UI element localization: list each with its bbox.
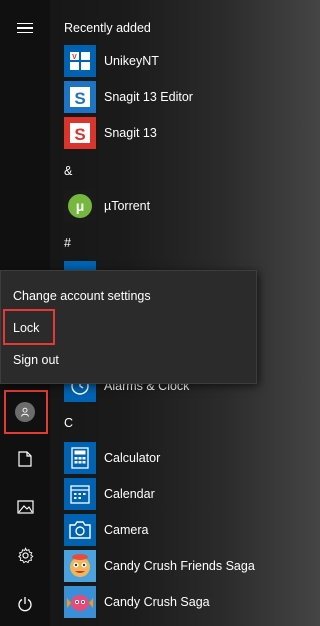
app-unikeynt[interactable]: V UnikeyNT bbox=[64, 44, 159, 78]
svg-text:μ: μ bbox=[76, 198, 85, 214]
app-label: Snagit 13 bbox=[104, 126, 157, 140]
section-header-hash: # bbox=[64, 236, 71, 250]
hamburger-icon[interactable] bbox=[0, 6, 50, 50]
app-label: µTorrent bbox=[104, 199, 151, 213]
app-label: Candy Crush Saga bbox=[104, 595, 210, 609]
calculator-icon bbox=[64, 442, 96, 474]
avatar-highlight-box bbox=[4, 390, 48, 434]
app-label: UnikeyNT bbox=[104, 54, 159, 68]
power-icon[interactable] bbox=[0, 582, 50, 626]
calendar-icon bbox=[64, 478, 96, 510]
unikey-icon: V bbox=[64, 45, 96, 77]
camera-icon bbox=[64, 514, 96, 546]
lock-highlight-box bbox=[3, 309, 55, 345]
svg-text:S: S bbox=[74, 125, 85, 144]
app-calendar[interactable]: Calendar bbox=[64, 477, 155, 511]
app-label: Snagit 13 Editor bbox=[104, 90, 193, 104]
pictures-icon[interactable] bbox=[0, 485, 50, 529]
app-camera[interactable]: Camera bbox=[64, 513, 148, 547]
snagit-editor-icon: S bbox=[64, 81, 96, 113]
app-candy-crush[interactable]: Candy Crush Saga bbox=[64, 585, 210, 619]
app-utorrent[interactable]: μ µTorrent bbox=[64, 189, 150, 223]
section-header-c: C bbox=[64, 416, 74, 430]
app-label: Camera bbox=[104, 523, 149, 537]
app-snagit[interactable]: S Snagit 13 bbox=[64, 116, 157, 150]
change-account-settings-item[interactable]: Change account settings bbox=[13, 289, 151, 303]
document-icon[interactable] bbox=[0, 437, 50, 481]
utorrent-icon: μ bbox=[64, 190, 96, 222]
app-label: Calculator bbox=[104, 451, 161, 465]
app-calculator[interactable]: Calculator bbox=[64, 441, 160, 475]
candy-crush-icon bbox=[64, 586, 96, 618]
sign-out-item[interactable]: Sign out bbox=[13, 353, 59, 367]
app-snagit-editor[interactable]: S Snagit 13 Editor bbox=[64, 80, 193, 114]
app-candy-crush-friends[interactable]: Candy Crush Friends Saga bbox=[64, 549, 255, 583]
settings-icon[interactable] bbox=[0, 533, 50, 577]
snagit-icon: S bbox=[64, 117, 96, 149]
app-label: Candy Crush Friends Saga bbox=[104, 559, 255, 573]
app-label: Calendar bbox=[104, 487, 155, 501]
section-header-recent: Recently added bbox=[64, 21, 151, 35]
svg-text:V: V bbox=[72, 54, 77, 61]
candy-crush-friends-icon bbox=[64, 550, 96, 582]
section-header-amp: & bbox=[64, 164, 73, 178]
svg-text:S: S bbox=[74, 89, 85, 108]
